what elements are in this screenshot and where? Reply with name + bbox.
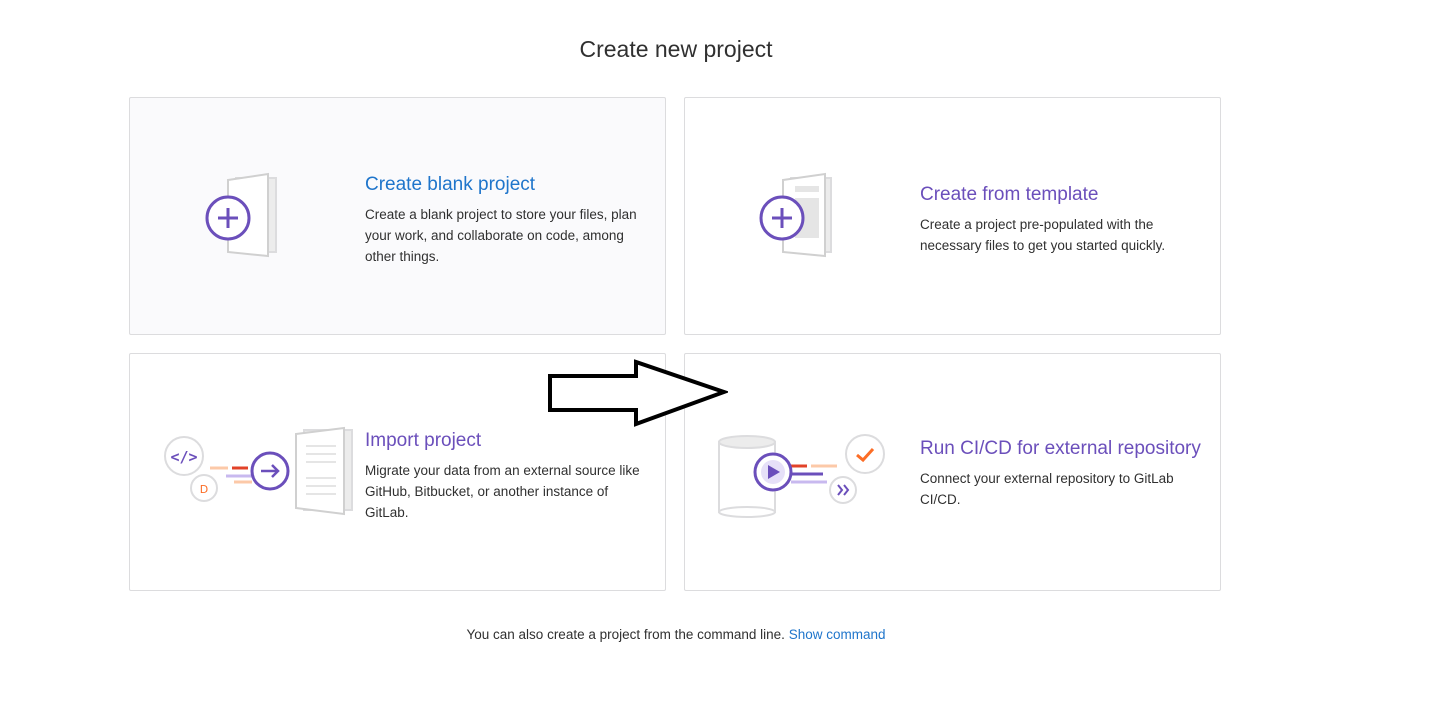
create-from-template-card[interactable]: Create from template Create a project pr… [684, 97, 1221, 335]
command-line-hint: You can also create a project from the c… [0, 627, 1352, 642]
template-project-illustration-icon [759, 172, 832, 258]
create-blank-project-card[interactable]: Create blank project Create a blank proj… [129, 97, 666, 335]
import-project-illustration-icon: </> D [164, 426, 353, 516]
svg-text:D: D [200, 483, 208, 496]
annotation-arrow-icon [548, 359, 728, 427]
run-cicd-description: Connect your external repository to GitL… [920, 471, 1174, 507]
create-blank-project-description: Create a blank project to store your fil… [365, 207, 637, 264]
create-blank-project-title: Create blank project [365, 174, 536, 195]
create-from-template-title: Create from template [920, 184, 1099, 205]
new-project-page: Create new project Create blank project … [0, 0, 1448, 706]
create-from-template-description: Create a project pre-populated with the … [920, 217, 1166, 253]
page-title: Create new project [579, 36, 773, 62]
run-cicd-card[interactable]: Run CI/CD for external repository Connec… [684, 353, 1221, 591]
command-line-hint-text: You can also create a project from the c… [466, 627, 785, 642]
blank-project-illustration-icon [205, 172, 277, 258]
import-project-title: Import project [365, 430, 482, 451]
show-command-link[interactable]: Show command [789, 627, 886, 642]
svg-text:</>: </> [170, 448, 197, 466]
run-cicd-title: Run CI/CD for external repository [920, 438, 1201, 459]
cicd-project-illustration-icon [718, 434, 885, 518]
import-project-description: Migrate your data from an external sourc… [365, 463, 640, 520]
